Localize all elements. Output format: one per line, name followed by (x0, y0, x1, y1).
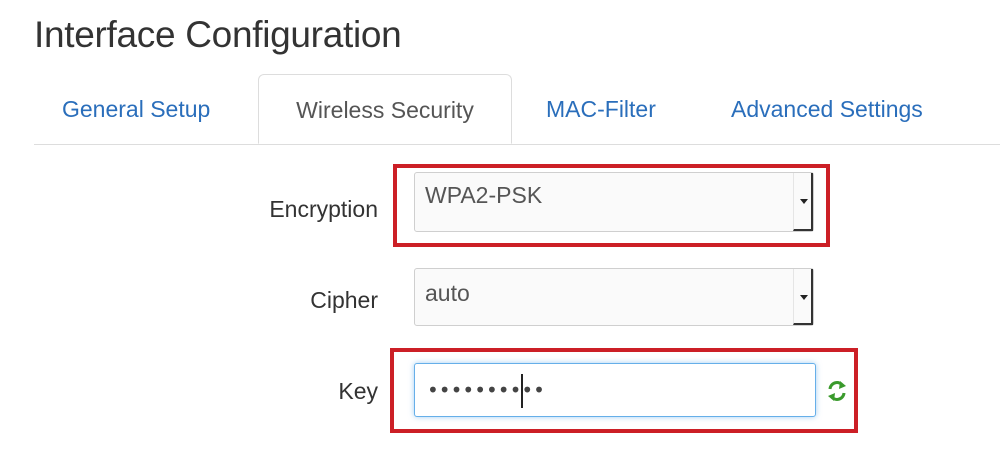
encryption-label: Encryption (269, 196, 378, 222)
cipher-label: Cipher (310, 287, 378, 313)
tab-wireless-security[interactable]: Wireless Security (258, 74, 512, 144)
tab-mac-filter[interactable]: MAC-Filter (546, 74, 656, 144)
cipher-select[interactable]: auto (414, 268, 814, 326)
key-highlight-box (390, 348, 858, 433)
page-title: Interface Configuration (34, 14, 402, 55)
key-label: Key (338, 378, 378, 404)
chevron-down-icon (793, 269, 813, 325)
tab-general-setup[interactable]: General Setup (62, 74, 210, 144)
cipher-selected-value: auto (425, 280, 470, 306)
tab-bar: General Setup Wireless Security MAC-Filt… (34, 74, 1000, 145)
interface-configuration-page: Interface Configuration General Setup Wi… (0, 0, 1000, 468)
tab-advanced-settings[interactable]: Advanced Settings (731, 74, 923, 144)
encryption-highlight-box (393, 164, 830, 247)
